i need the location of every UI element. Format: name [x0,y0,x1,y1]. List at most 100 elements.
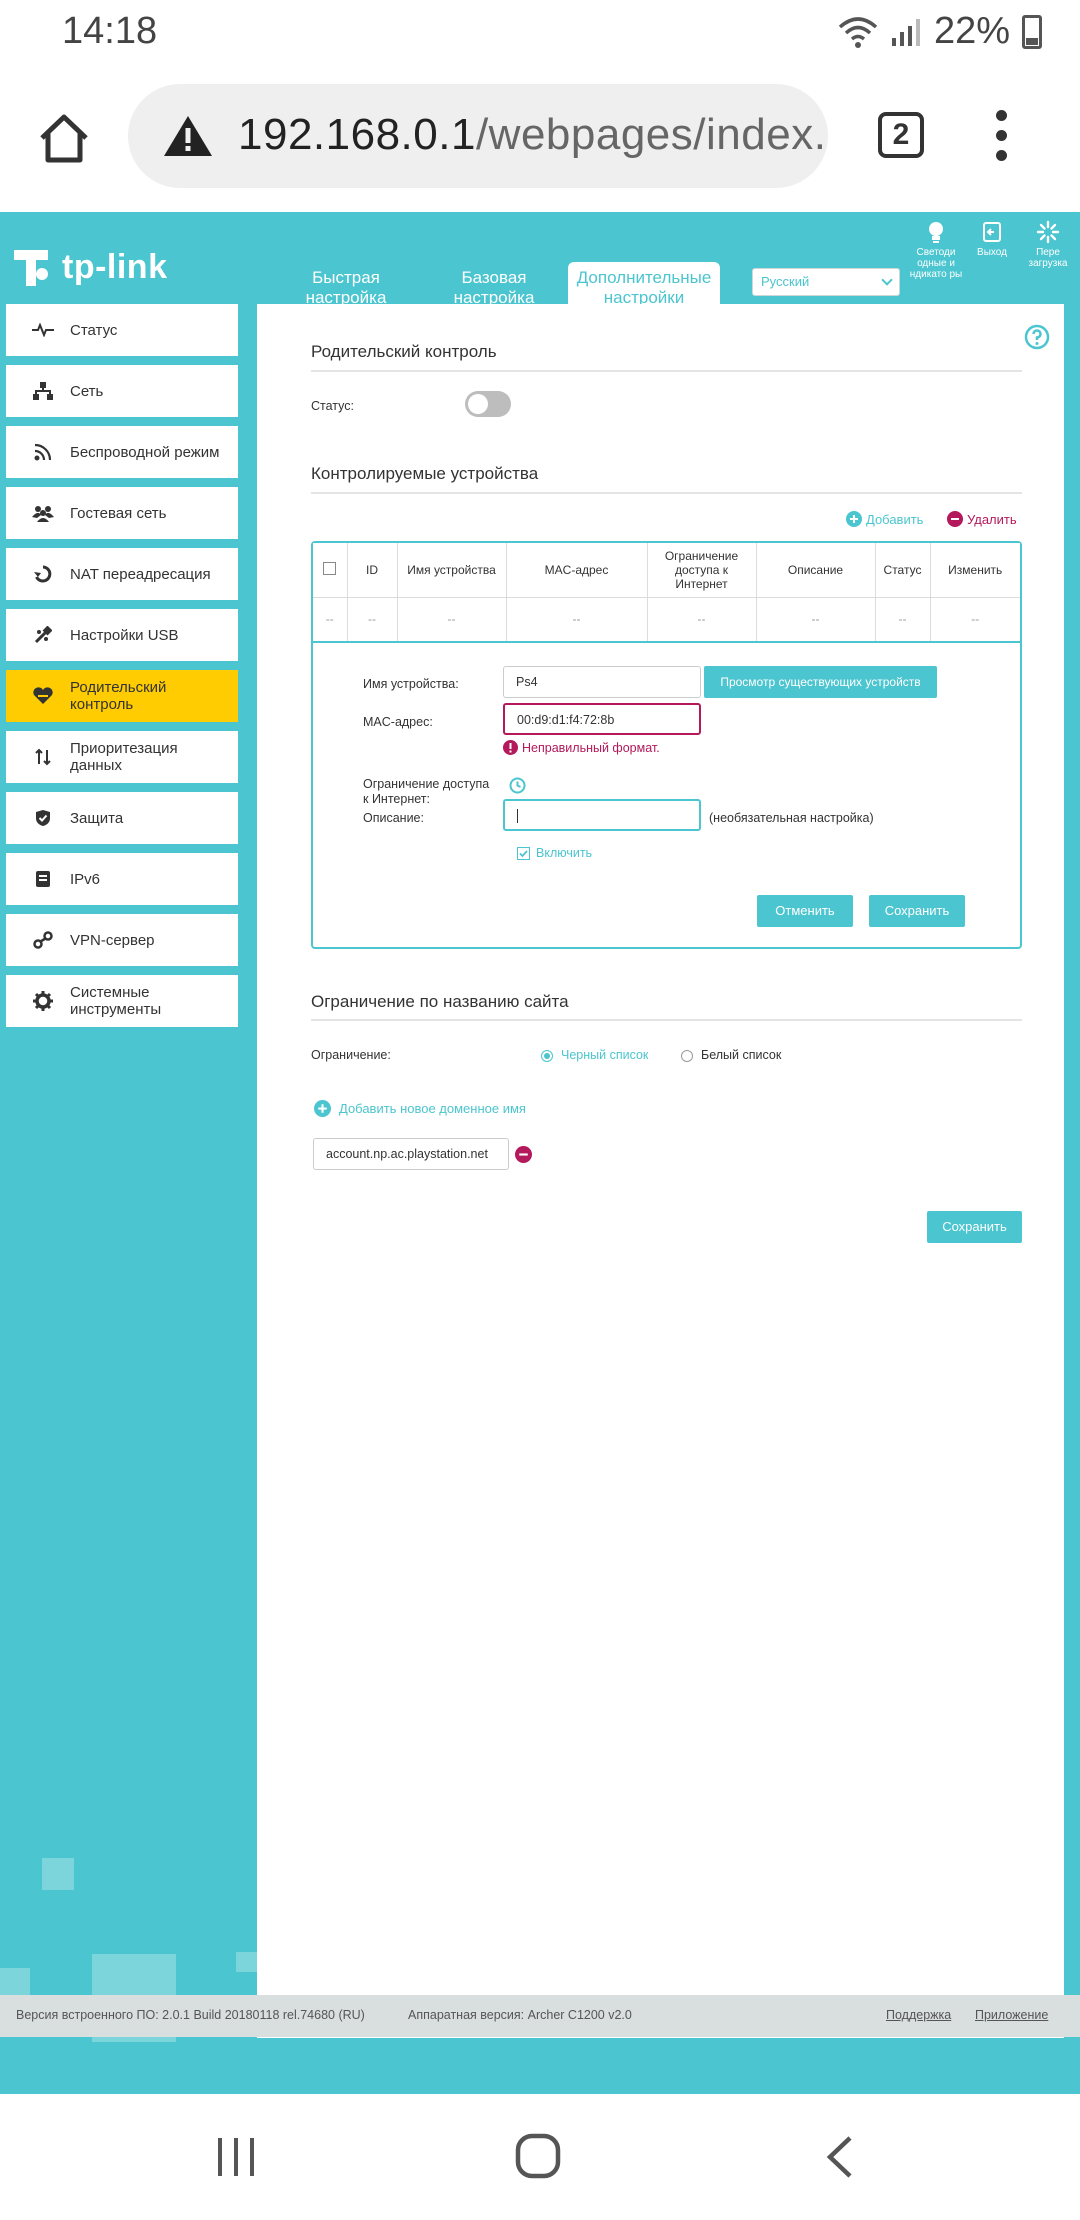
sidebar-item-label: Родительский контроль [70,679,167,713]
internet-limit-label: Ограничение доступа к Интернет: [363,777,490,806]
address-bar[interactable]: 192.168.0.1/webpages/index. [128,84,828,188]
sidebar-item-label: IPv6 [70,870,101,888]
sidebar-item-label: Беспроводной режим [70,443,220,461]
sidebar-item-security[interactable]: Защита [6,792,238,844]
warning-icon[interactable] [162,114,214,158]
network-icon [33,382,53,400]
signal-icon [891,18,920,46]
site-limit-title: Ограничение по названию сайта [311,992,569,1011]
clock-icon[interactable] [509,777,526,794]
plus-circle-icon [846,511,862,527]
domain-input[interactable]: account.np.ac.playstation.net [313,1138,509,1170]
column-header: Описание [756,543,876,598]
add-device-button[interactable]: Добавить [846,511,923,527]
devices-title: Контролируемые устройства [311,464,539,483]
description-hint: (необязательная настройка) [709,811,874,825]
logo-icon [14,250,48,286]
sidebar-item-vpn[interactable]: VPN-сервер [6,914,238,966]
tab-switcher-button[interactable]: 2 [878,112,924,158]
table-header-row: ID Имя устройства MAC-адрес Ограничение … [313,543,1020,598]
menu-icon[interactable] [996,110,1008,170]
decor-square [236,1952,257,1972]
clock: 14:18 [62,10,158,52]
support-link[interactable]: Поддержка [886,2008,951,2022]
divider [311,370,1022,372]
whitelist-radio[interactable]: Белый список [681,1048,781,1062]
device-name-input[interactable]: Ps4 [503,666,701,698]
save-button[interactable]: Сохранить [927,1211,1022,1243]
system-navigation-bar [0,2094,1080,2220]
app-link[interactable]: Приложение [975,2008,1048,2022]
nat-icon [34,565,52,583]
wifi-icon [838,16,878,48]
mac-input[interactable]: 00:d9:d1:f4:72:8b [503,703,701,735]
pulse-icon [32,323,54,337]
cancel-button[interactable]: Отменить [757,895,853,927]
guest-icon [32,506,54,522]
home-nav-icon[interactable] [514,2132,562,2180]
sidebar-item-label: VPN-сервер [70,931,155,949]
sidebar-item-usb[interactable]: Настройки USB [6,609,238,661]
sidebar-item-label: Системные инструменты [70,984,162,1018]
column-header: MAC-адрес [506,543,648,598]
table-row: -- -- -- -- -- -- -- -- [313,597,1020,641]
hardware-version: Аппаратная версия: Archer C1200 v2.0 [408,2008,632,2022]
shield-icon [36,810,50,826]
sidebar-item-label: Статус [70,321,118,339]
sidebar-item-status[interactable]: Статус [6,304,238,356]
sidebar-item-label: Сеть [70,382,104,400]
browser-toolbar: 192.168.0.1/webpages/index. 2 [0,64,1080,212]
sidebar-item-label: Настройки USB [70,626,179,644]
save-device-button[interactable]: Сохранить [869,895,965,927]
sidebar-menu: Статус Сеть Беспроводной режим Гостевая … [6,304,238,1036]
column-header: Изменить [930,543,1020,598]
header-icons: Светоди одные и ндикато ры Выход Пере за… [908,220,1076,280]
description-label: Описание: [363,811,424,825]
led-button[interactable]: Светоди одные и ндикато ры [908,220,964,280]
select-all-checkbox[interactable] [323,561,337,575]
status-toggle[interactable] [465,391,511,417]
usb-icon [34,626,52,644]
sidebar-item-wireless[interactable]: Беспроводной режим [6,426,238,478]
language-select[interactable]: Русский [752,268,900,296]
home-icon[interactable] [34,108,94,168]
browse-devices-button[interactable]: Просмотр существующих устройств [704,666,937,698]
recent-apps-icon[interactable] [214,2134,258,2180]
sidebar-item-ipv6[interactable]: IPv6 [6,853,238,905]
column-header: Статус [875,543,931,598]
decor-square [42,1858,74,1890]
delete-device-button[interactable]: Удалить [947,511,1017,527]
column-header: Имя устройства [397,543,507,598]
limit-label: Ограничение: [311,1048,391,1062]
status-bar: 14:18 22% [0,0,1080,64]
remove-domain-icon[interactable] [515,1146,532,1163]
ipv6-icon [36,871,50,887]
sidebar-item-system-tools[interactable]: Системные инструменты [6,975,238,1027]
column-header: Ограничение доступа к Интернет [647,543,757,598]
help-icon[interactable] [1024,324,1050,350]
logout-button[interactable]: Выход [964,220,1020,280]
sidebar-item-network[interactable]: Сеть [6,365,238,417]
sidebar-item-nat[interactable]: NAT переадресация [6,548,238,600]
add-domain-button[interactable]: Добавить новое доменное имя [314,1100,526,1117]
plus-circle-icon [314,1100,331,1117]
battery-icon [1022,14,1042,49]
url-text[interactable]: 192.168.0.1/webpages/index. [238,110,826,160]
error-icon [503,740,518,755]
enable-checkbox[interactable]: Включить [517,846,592,860]
main-content: Родительский контроль Статус: Контролиру… [257,304,1064,2038]
mac-label: MAC-адрес: [363,715,433,729]
sidebar-item-qos[interactable]: Приоритезация данных [6,731,238,783]
sidebar-item-label: Гостевая сеть [70,504,167,522]
sidebar-item-guest[interactable]: Гостевая сеть [6,487,238,539]
device-name-label: Имя устройства: [363,677,459,691]
back-icon[interactable] [822,2134,858,2180]
checkbox-checked-icon [517,846,530,860]
blacklist-radio[interactable]: Черный список [541,1048,648,1062]
wireless-icon [34,443,52,461]
description-input[interactable] [503,799,701,831]
parental-title: Родительский контроль [311,342,497,361]
footer: Версия встроенного ПО: 2.0.1 Build 20180… [0,1995,1080,2037]
reboot-button[interactable]: Пере загрузка [1020,220,1076,280]
sidebar-item-parental[interactable]: Родительский контроль [6,670,238,722]
